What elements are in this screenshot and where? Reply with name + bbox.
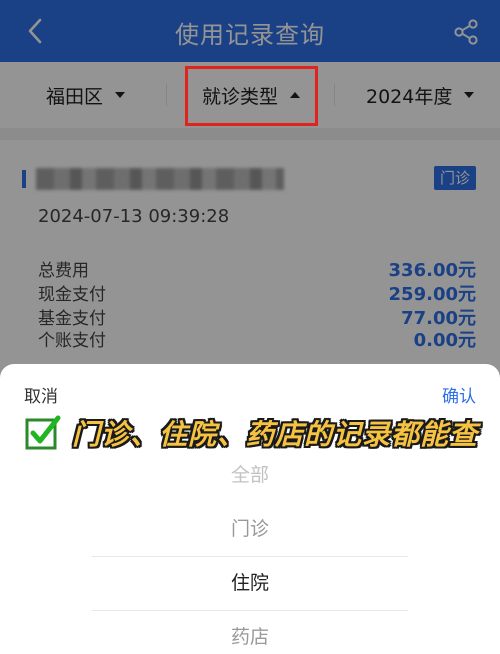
checkbox-checked-icon [25, 415, 61, 450]
picker-sheet: 取消 确认 门诊、住院、药店的记录都能查 全部 门诊 住院 药店 [0, 364, 500, 654]
confirm-button[interactable]: 确认 [442, 382, 476, 407]
picker-option-selected[interactable]: 住院 [0, 556, 500, 610]
picker-option[interactable]: 药店 [0, 610, 500, 654]
cancel-button[interactable]: 取消 [24, 382, 58, 407]
annotation-text: 门诊、住院、药店的记录都能查 [72, 418, 479, 451]
picker-option[interactable]: 门诊 [0, 502, 500, 556]
picker-option[interactable]: 全部 [0, 448, 500, 502]
highlight-box [185, 66, 318, 126]
annotation-banner: 门诊、住院、药店的记录都能查 [24, 414, 478, 452]
